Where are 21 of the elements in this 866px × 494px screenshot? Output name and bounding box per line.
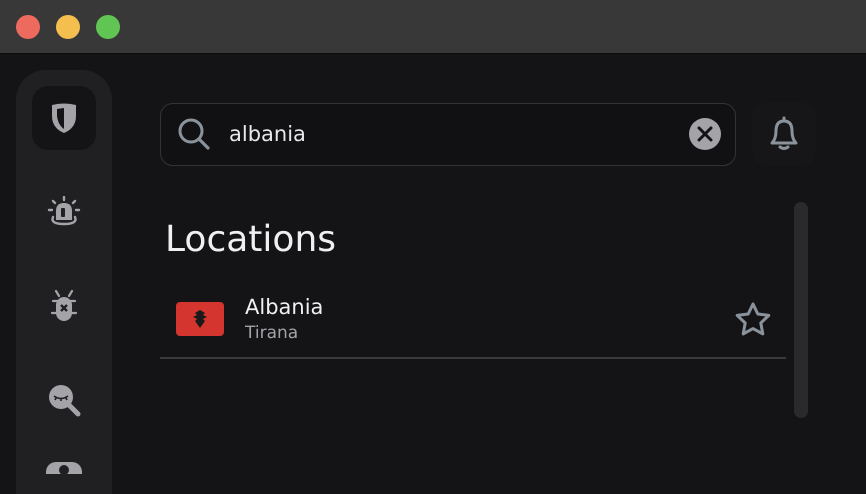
clear-button[interactable]: [689, 118, 721, 150]
close-icon: [697, 126, 713, 142]
location-row[interactable]: Albania Tirana: [160, 281, 786, 359]
zoom-window-button[interactable]: [96, 14, 120, 38]
alarm-light-icon: [47, 196, 81, 228]
shield-icon: [50, 102, 78, 134]
location-name: Albania: [245, 295, 324, 319]
minimize-window-button[interactable]: [56, 14, 80, 38]
search-icon: [177, 117, 211, 151]
scrollbar[interactable]: [794, 202, 808, 418]
search-eye-icon: [47, 383, 81, 417]
section-heading: Locations: [165, 218, 338, 262]
star-icon: [734, 301, 772, 337]
search-input[interactable]: albania: [229, 122, 671, 146]
location-city: Tirana: [245, 323, 300, 343]
albanian-flag-icon: [176, 302, 224, 336]
search-field[interactable]: albania: [160, 102, 736, 166]
favorite-button[interactable]: [734, 301, 772, 337]
bug-icon: [49, 289, 79, 323]
sidebar-item[interactable]: [32, 86, 96, 150]
close-window-button[interactable]: [16, 14, 40, 38]
